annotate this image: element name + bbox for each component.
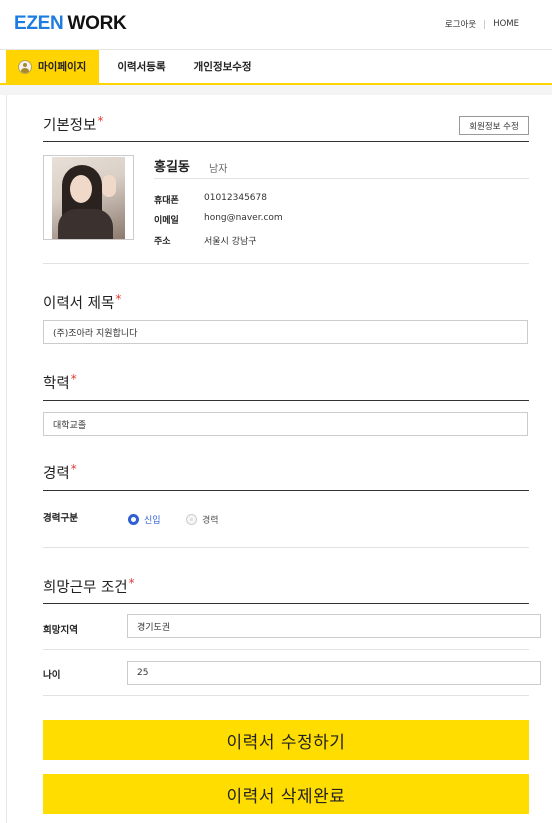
phone-label: 휴대폰 bbox=[154, 196, 179, 206]
section-divider bbox=[43, 141, 529, 142]
region-label: 희망지역 bbox=[43, 625, 78, 636]
work-conditions-heading: 희망근무 조건* bbox=[43, 576, 135, 597]
career-radio-experienced[interactable]: 경력 bbox=[186, 513, 219, 526]
logo[interactable]: EZEN WORK bbox=[14, 13, 127, 35]
required-mark: * bbox=[128, 576, 135, 590]
section-divider bbox=[43, 400, 529, 401]
delete-resume-button[interactable]: 이력서 삭제완료 bbox=[43, 774, 529, 814]
basic-info-title: 기본정보* bbox=[43, 114, 103, 135]
resume-title-heading: 이력서 제목* bbox=[43, 292, 121, 313]
section-divider bbox=[43, 603, 529, 604]
user-avatar-icon bbox=[18, 59, 32, 74]
logo-ezen: EZEN bbox=[14, 13, 64, 34]
required-mark: * bbox=[97, 114, 104, 128]
content-border bbox=[6, 95, 7, 823]
phone-value: 01012345678 bbox=[204, 193, 267, 203]
site-header: EZEN WORK 로그아웃 HOME bbox=[0, 0, 552, 50]
content-top-strip bbox=[0, 85, 552, 95]
profile-photo-image bbox=[52, 157, 125, 239]
section-title-text: 희망근무 조건 bbox=[43, 580, 128, 596]
logo-work: WORK bbox=[67, 13, 127, 34]
tab-personal-info-edit[interactable]: 개인정보수정 bbox=[180, 50, 266, 83]
education-input[interactable]: 대학교졸 bbox=[43, 412, 528, 436]
edit-member-info-button[interactable]: 회원정보 수정 bbox=[459, 116, 529, 135]
tab-label: 이력서등록 bbox=[117, 61, 166, 73]
profile-photo bbox=[43, 155, 134, 240]
radio-unchecked-icon bbox=[186, 514, 197, 525]
required-mark: * bbox=[70, 372, 77, 386]
section-title-text: 기본정보 bbox=[43, 118, 97, 134]
resume-title-input[interactable]: (주)조아라 지원합니다 bbox=[43, 320, 528, 344]
row-divider bbox=[43, 649, 529, 650]
user-name: 홍길동 bbox=[154, 160, 190, 175]
age-label: 나이 bbox=[43, 670, 61, 681]
required-mark: * bbox=[70, 462, 77, 476]
tab-label: 개인정보수정 bbox=[193, 61, 252, 73]
section-divider bbox=[43, 490, 529, 491]
edit-resume-button[interactable]: 이력서 수정하기 bbox=[43, 720, 529, 760]
radio-label: 경력 bbox=[202, 516, 219, 526]
divider bbox=[484, 19, 486, 29]
top-links: 로그아웃 HOME bbox=[445, 18, 519, 30]
main-tabs: 마이페이지 이력서등록 개인정보수정 bbox=[0, 50, 552, 85]
age-input[interactable]: 25 bbox=[127, 661, 541, 685]
radio-checked-icon bbox=[128, 514, 139, 525]
address-value: 서울시 강남구 bbox=[204, 237, 257, 247]
user-gender: 남자 bbox=[209, 164, 228, 175]
home-link[interactable]: HOME bbox=[493, 19, 519, 29]
required-mark: * bbox=[115, 292, 122, 306]
region-input[interactable]: 경기도권 bbox=[127, 614, 541, 638]
career-type-label: 경력구분 bbox=[43, 513, 78, 524]
career-radio-newcomer[interactable]: 신입 bbox=[128, 513, 161, 526]
radio-label: 신입 bbox=[144, 516, 161, 526]
row-divider bbox=[43, 695, 529, 696]
logout-link[interactable]: 로그아웃 bbox=[445, 18, 476, 30]
address-label: 주소 bbox=[154, 237, 171, 247]
photo-face bbox=[70, 175, 92, 203]
tab-resume-register[interactable]: 이력서등록 bbox=[103, 50, 179, 83]
tab-label: 마이페이지 bbox=[38, 61, 87, 73]
email-value: hong@naver.com bbox=[204, 213, 283, 223]
email-label: 이메일 bbox=[154, 216, 179, 226]
section-divider bbox=[43, 547, 529, 548]
section-divider bbox=[43, 263, 529, 264]
career-heading: 경력* bbox=[43, 462, 77, 483]
section-title-text: 학력 bbox=[43, 376, 70, 392]
section-title-text: 경력 bbox=[43, 466, 70, 482]
tab-mypage[interactable]: 마이페이지 bbox=[6, 50, 100, 83]
photo-body bbox=[58, 209, 113, 239]
section-title-text: 이력서 제목 bbox=[43, 296, 115, 312]
info-divider bbox=[154, 178, 529, 179]
education-heading: 학력* bbox=[43, 372, 77, 393]
photo-hand bbox=[102, 175, 116, 197]
